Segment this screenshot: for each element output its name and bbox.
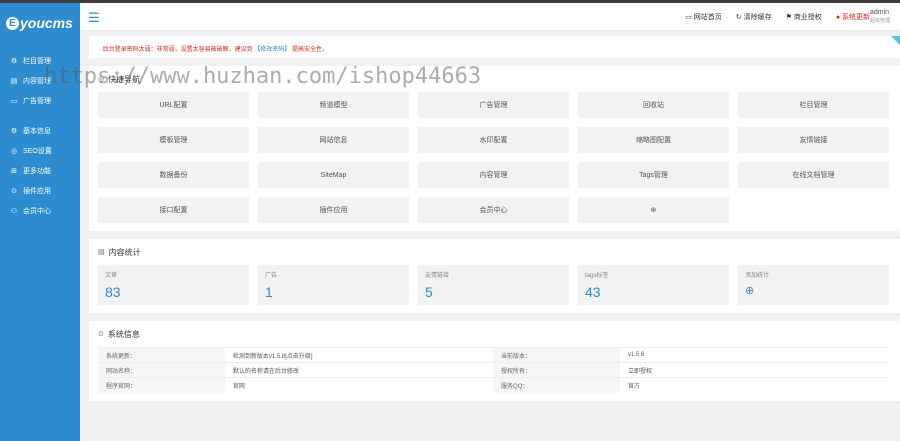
update-notice-link[interactable]: 检测到新版本v1.5.8[点击升级] [224,347,494,363]
quick-nav-grid: URL配置 频道模型 广告管理 回收站 栏目管理 模板管理 网站信息 水印配置 … [98,92,891,223]
quick-nav-button[interactable]: 在线文档管理 [738,162,889,188]
target-icon: ◎ [10,148,18,155]
menu-toggle-icon[interactable]: ☰ [88,10,100,26]
list-icon: ▤ [10,78,18,85]
header-links: ▭ 网站首页 ↻ 清除缓存 ⚑ 商业授权 ● 系统更新 [685,12,870,22]
authorize-link[interactable]: 立即授权 [620,362,888,378]
top-header: ☰ ▭ 网站首页 ↻ 清除缓存 ⚑ 商业授权 ● 系统更新 admin 超级管理 [80,3,900,31]
quick-nav-button[interactable]: 频道模型 [258,92,409,118]
stats-icon: ▤ [98,249,105,256]
main-content: · 后台登录密码太弱：非常弱，设置太容易被破解，建议到 【修改密码】 提高安全性… [89,36,900,401]
stat-add[interactable]: 添加统计 ⊕ [738,265,889,305]
grid-icon: ⊞ [11,168,17,175]
sidebar-item-seo[interactable]: ◎ SEO设置 [0,141,80,161]
ad-icon: ▭ [10,98,18,105]
quick-nav-button[interactable]: Tags管理 [578,162,729,188]
logo-text: youcms [20,15,73,31]
content-stats-title: ▤ 内容统计 [98,247,141,257]
stat-articles[interactable]: 文章 83 [98,265,249,305]
quick-nav-button[interactable]: SiteMap [258,162,409,188]
quick-nav-button[interactable]: 水印配置 [418,127,569,153]
sidebar-item-category[interactable]: ⚙ 栏目管理 [0,51,80,71]
plus-circle-icon: ⊕ [745,285,755,297]
stat-ads[interactable]: 广告 1 [258,265,409,305]
quick-nav-button[interactable]: 会员中心 [418,197,569,223]
sidebar-item-label: SEO设置 [23,148,52,155]
user-menu[interactable]: admin 超级管理 [870,9,900,25]
sidebar-item-label: 更多功能 [23,168,51,175]
sidebar-item-label: 内容管理 [23,78,51,85]
corner-marker [891,36,900,45]
brand-logo[interactable]: E youcms [0,3,80,43]
username: admin [870,9,890,16]
home-link[interactable]: ▭ 网站首页 [685,12,722,22]
quick-nav-button[interactable]: 插件应用 [258,197,409,223]
quick-nav-button[interactable]: 广告管理 [418,92,569,118]
stat-links[interactable]: 友情链接 5 [418,265,569,305]
user-icon: ⚇ [10,208,18,215]
compass-icon: ◎ [98,76,105,83]
system-info-title: ⊙ 系统信息 [98,329,140,339]
quick-nav-card: ◎ 快捷导航 URL配置 频道模型 广告管理 回收站 栏目管理 模板管理 网站信… [89,66,900,231]
service-qq-link[interactable]: 官方 [620,377,888,393]
settings-icon: ⚙ [10,128,18,135]
sidebar-item-label: 栏目管理 [23,58,51,65]
content-stats-card: ▤ 内容统计 文章 83 广告 1 友情链接 5 tags标签 43 添加统计 … [89,239,900,313]
add-quick-nav-button[interactable]: ⊕ [578,197,729,223]
stats-grid: 文章 83 广告 1 友情链接 5 tags标签 43 添加统计 ⊕ [98,265,891,305]
table-row: 网站名称： 默认的名称请在后台修改 授权所有： 立即授权 [98,362,888,378]
quick-nav-button[interactable]: 友情链接 [738,127,889,153]
quick-nav-button[interactable]: 内容管理 [418,162,569,188]
quick-nav-button[interactable]: 模板管理 [98,127,249,153]
quick-nav-button[interactable]: 回收站 [578,92,729,118]
sidebar-item-more[interactable]: ⊞ 更多功能 [0,161,80,181]
sidebar-item-label: 基本信息 [23,128,51,135]
table-row: 系统更新： 检测到新版本v1.5.8[点击升级] 当前版本： v1.5.6 [98,347,888,363]
clear-cache-link[interactable]: ↻ 清除缓存 [736,12,772,22]
change-password-link[interactable]: 【修改密码】 [254,47,290,53]
sidebar-item-plugins[interactable]: ⊙ 插件应用 [0,181,80,201]
sidebar-item-content[interactable]: ▤ 内容管理 [0,71,80,91]
sidebar: E youcms ⚙ 栏目管理 ▤ 内容管理 ▭ 广告管理 ⚙ 基本信息 ◎ S… [0,3,80,441]
quick-nav-button[interactable]: 接口配置 [98,197,249,223]
info-icon: ⊙ [98,331,104,338]
quick-nav-title: ◎ 快捷导航 [98,74,141,84]
quick-nav-button[interactable]: 数据备份 [98,162,249,188]
stat-tags[interactable]: tags标签 43 [578,265,729,305]
quick-nav-button[interactable]: URL配置 [98,92,249,118]
logo-mark: E [6,16,19,30]
official-site-link[interactable]: 官网 [224,377,494,393]
sidebar-item-ads[interactable]: ▭ 广告管理 [0,91,80,111]
quick-nav-button[interactable]: 网站信息 [258,127,409,153]
license-link[interactable]: ⚑ 商业授权 [786,12,822,22]
sidebar-item-basic-info[interactable]: ⚙ 基本信息 [0,121,80,141]
user-role: 超级管理 [870,18,891,24]
plugin-icon: ⊙ [11,188,17,195]
system-info-card: ⊙ 系统信息 系统更新： 检测到新版本v1.5.8[点击升级] 当前版本： v1… [89,321,900,401]
sidebar-item-label: 会员中心 [23,208,51,215]
sidebar-item-members[interactable]: ⚇ 会员中心 [0,201,80,221]
table-row: 程序官网： 官网 服务QQ： 官方 [98,377,888,393]
system-info-table: 系统更新： 检测到新版本v1.5.8[点击升级] 当前版本： v1.5.6 网站… [98,347,888,393]
update-link[interactable]: ● 系统更新 [836,12,870,22]
gear-icon: ⚙ [10,58,18,65]
quick-nav-button[interactable]: 栏目管理 [738,92,889,118]
sidebar-item-label: 插件应用 [23,188,51,195]
security-notice: · 后台登录密码太弱：非常弱，设置太容易被破解，建议到 【修改密码】 提高安全性… [89,36,900,58]
quick-nav-button[interactable]: 缩略图配置 [578,127,729,153]
sidebar-item-label: 广告管理 [23,98,51,105]
